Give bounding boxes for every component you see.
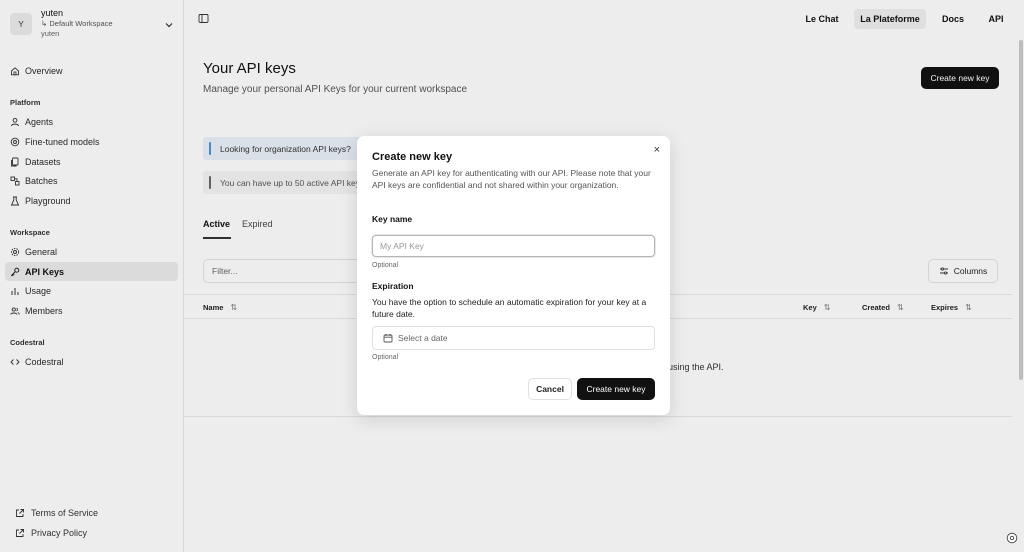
- key-name-label: Key name: [372, 214, 413, 224]
- optional-hint: Optional: [372, 262, 399, 269]
- key-name-input[interactable]: My API Key: [372, 235, 655, 257]
- settings-corner-icon[interactable]: [1006, 532, 1018, 544]
- close-icon[interactable]: ×: [654, 144, 660, 156]
- dialog-description: Generate an API key for authenticating w…: [372, 168, 651, 190]
- dialog-title: Create new key: [372, 151, 453, 163]
- cancel-button[interactable]: Cancel: [528, 378, 572, 400]
- create-key-dialog: × Create new key Generate an API key for…: [357, 136, 670, 415]
- expiration-description: You have the option to schedule an autom…: [372, 297, 647, 319]
- optional-hint: Optional: [372, 354, 399, 361]
- calendar-icon: [383, 334, 393, 343]
- date-picker[interactable]: Select a date: [372, 326, 655, 350]
- expiration-label: Expiration: [372, 281, 414, 291]
- create-key-submit-button[interactable]: Create new key: [577, 378, 655, 400]
